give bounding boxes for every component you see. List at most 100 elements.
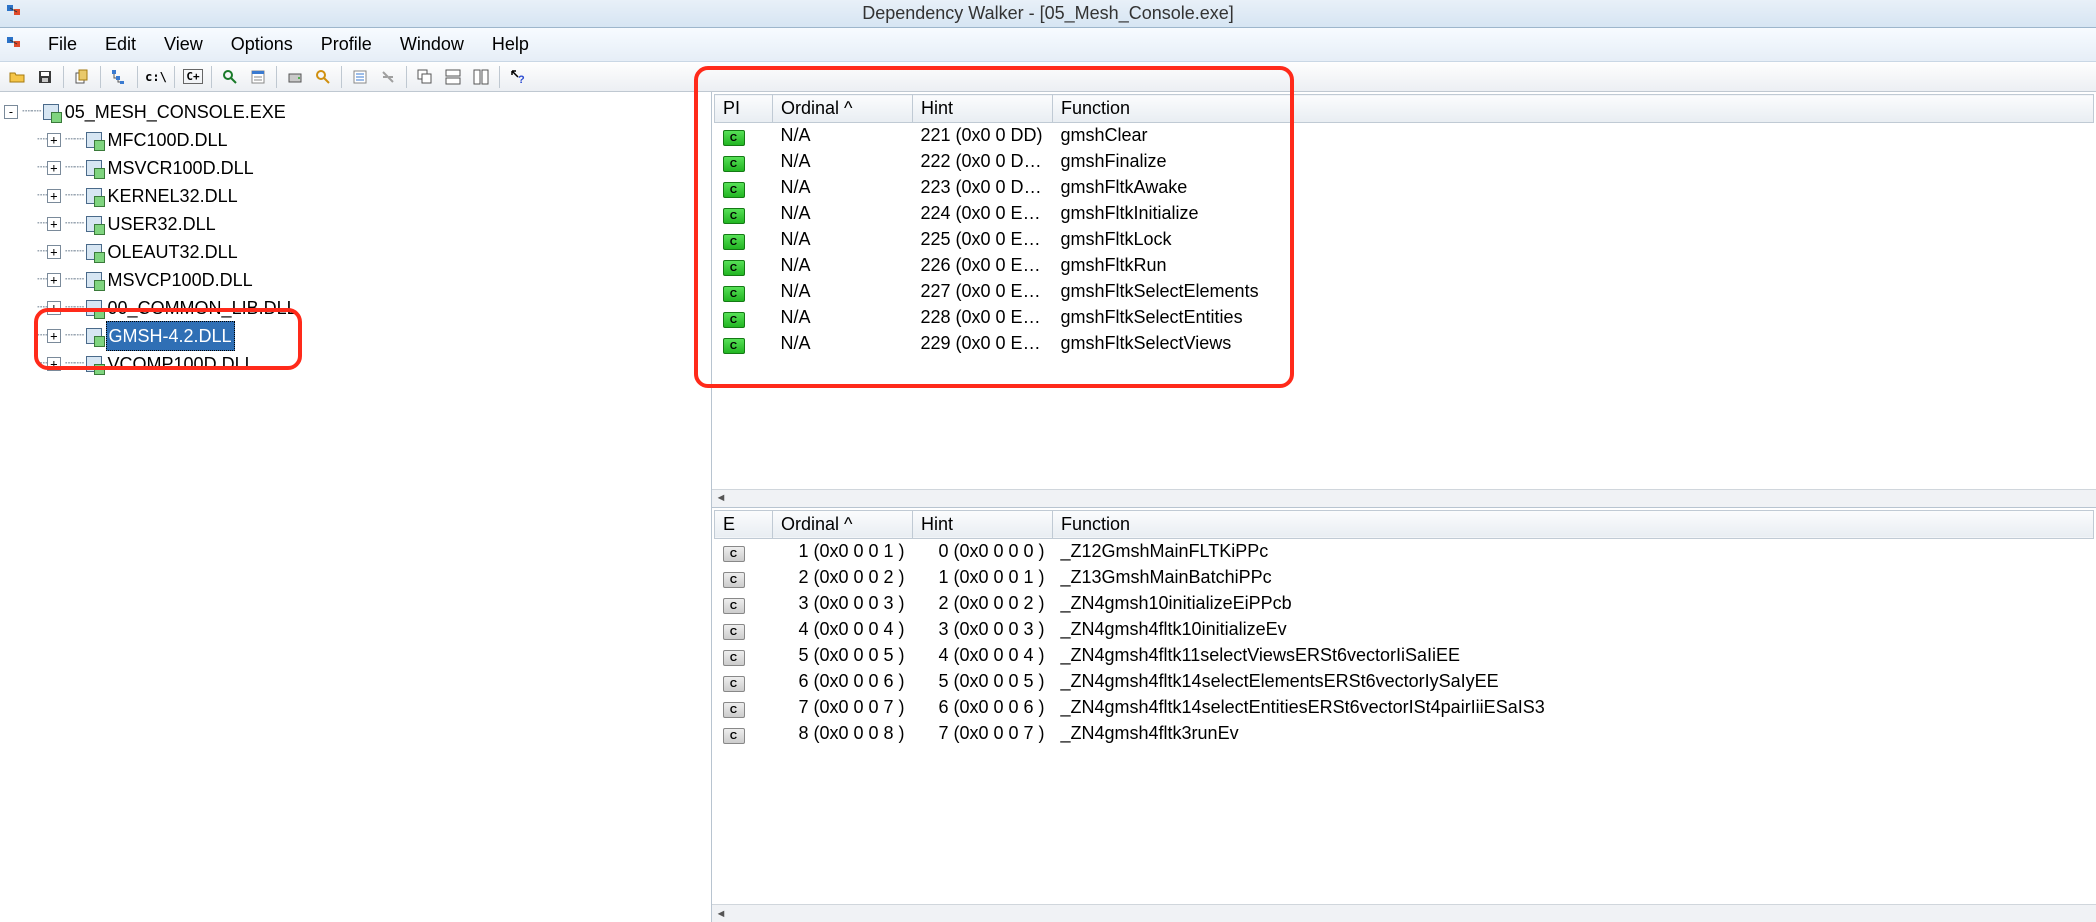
table-row[interactable]: CN/A221 (0x0 0 DD)gmshClear — [715, 123, 2094, 149]
menu-file[interactable]: File — [34, 32, 91, 57]
imports-hscroll[interactable]: ◄ — [712, 489, 2096, 507]
cell-function: gmshFltkSelectEntities — [1053, 305, 2094, 331]
exports-grid-wrap[interactable]: E Ordinal ^ Hint Function C1 (0x0 0 0 1 … — [712, 508, 2096, 905]
right-pane: PI Ordinal ^ Hint Function CN/A221 (0x0 … — [712, 92, 2096, 922]
cell-e: C — [715, 564, 773, 590]
col-header-function[interactable]: Function — [1053, 510, 2094, 538]
table-row[interactable]: CN/A226 (0x0 0 E 2 )gmshFltkRun — [715, 253, 2094, 279]
tree-child-row[interactable]: ┈+┈┈VCOMP100D.DLL — [36, 350, 707, 378]
tree-node-label[interactable]: VCOMP100D.DLL — [106, 350, 257, 378]
tree-expander[interactable]: + — [47, 273, 61, 287]
col-header-function[interactable]: Function — [1053, 95, 2094, 123]
table-row[interactable]: CN/A223 (0x0 0 DF )gmshFltkAwake — [715, 175, 2094, 201]
table-row[interactable]: C3 (0x0 0 0 3 )2 (0x0 0 0 2 )_ZN4gmsh10i… — [715, 590, 2094, 616]
find-icon[interactable] — [217, 65, 243, 89]
tree-node-label[interactable]: MSVCR100D.DLL — [106, 154, 256, 182]
tree-expander[interactable]: + — [47, 301, 61, 315]
scroll-left-icon[interactable]: ◄ — [712, 490, 730, 506]
table-row[interactable]: CN/A229 (0x0 0 E 5 )gmshFltkSelectViews — [715, 331, 2094, 357]
tree-node-label[interactable]: 05_MESH_CONSOLE.EXE — [63, 98, 288, 126]
cell-hint: 226 (0x0 0 E 2 ) — [913, 253, 1053, 279]
copy-icon[interactable] — [69, 65, 95, 89]
tree-connector: ┈┈ — [65, 294, 83, 322]
menu-view[interactable]: View — [150, 32, 217, 57]
col-header-ordinal[interactable]: Ordinal ^ — [773, 95, 913, 123]
save-icon[interactable] — [32, 65, 58, 89]
tree-node-label[interactable]: MSVCP100D.DLL — [106, 266, 255, 294]
module-tree[interactable]: - ┈┈ 05_MESH_CONSOLE.EXE ┈+┈┈MFC100D.DLL… — [4, 98, 707, 378]
scroll-left-icon[interactable]: ◄ — [712, 906, 730, 922]
tree-child-row[interactable]: ┈+┈┈00_COMMON_LIB.DLL — [36, 294, 707, 322]
tree-child-row[interactable]: ┈+┈┈OLEAUT32.DLL — [36, 238, 707, 266]
cell-function: _Z12GmshMainFLTKiPPc — [1053, 538, 2094, 564]
tree-node-label[interactable]: OLEAUT32.DLL — [106, 238, 240, 266]
table-row[interactable]: C7 (0x0 0 0 7 )6 (0x0 0 0 6 )_ZN4gmsh4fl… — [715, 694, 2094, 720]
toolbar-sep — [63, 66, 64, 88]
magnify-icon[interactable] — [310, 65, 336, 89]
tree-expander[interactable]: + — [47, 161, 61, 175]
tree-child-row[interactable]: ┈+┈┈MSVCR100D.DLL — [36, 154, 707, 182]
disk-icon[interactable] — [282, 65, 308, 89]
tree-node-label[interactable]: USER32.DLL — [106, 210, 218, 238]
imports-grid-wrap[interactable]: PI Ordinal ^ Hint Function CN/A221 (0x0 … — [712, 92, 2096, 489]
menu-options[interactable]: Options — [217, 32, 307, 57]
tree-expander[interactable]: + — [47, 189, 61, 203]
table-row[interactable]: C1 (0x0 0 0 1 )0 (0x0 0 0 0 )_Z12GmshMai… — [715, 538, 2094, 564]
tree-connector: ┈┈ — [65, 322, 83, 350]
table-row[interactable]: CN/A228 (0x0 0 E 4 )gmshFltkSelectEntiti… — [715, 305, 2094, 331]
break-icon[interactable] — [375, 65, 401, 89]
table-row[interactable]: C5 (0x0 0 0 5 )4 (0x0 0 0 4 )_ZN4gmsh4fl… — [715, 642, 2094, 668]
window-splitv-icon[interactable] — [468, 65, 494, 89]
tree-child-row[interactable]: ┈+┈┈MFC100D.DLL — [36, 126, 707, 154]
col-header-hint[interactable]: Hint — [913, 95, 1053, 123]
col-header-hint[interactable]: Hint — [913, 510, 1053, 538]
tree-node-label[interactable]: KERNEL32.DLL — [106, 182, 240, 210]
open-icon[interactable] — [4, 65, 30, 89]
tree-expander[interactable]: + — [47, 329, 61, 343]
tree-child-row[interactable]: ┈+┈┈USER32.DLL — [36, 210, 707, 238]
col-header-e[interactable]: E — [715, 510, 773, 538]
c-badge-icon: C — [723, 624, 745, 640]
table-row[interactable]: CN/A224 (0x0 0 E 0 )gmshFltkInitialize — [715, 201, 2094, 227]
cplus-icon[interactable]: C+ — [180, 65, 206, 89]
cell-ordinal: 7 (0x0 0 0 7 ) — [773, 694, 913, 720]
cell-hint: 222 (0x0 0 DE ) — [913, 149, 1053, 175]
menu-help[interactable]: Help — [478, 32, 543, 57]
tree-node-label[interactable]: GMSH-4.2.DLL — [106, 321, 235, 351]
col-header-pi[interactable]: PI — [715, 95, 773, 123]
exports-hscroll[interactable]: ◄ — [712, 904, 2096, 922]
tree-child-row[interactable]: ┈+┈┈GMSH-4.2.DLL — [36, 322, 707, 350]
col-header-ordinal[interactable]: Ordinal ^ — [773, 510, 913, 538]
window-tile-icon[interactable] — [440, 65, 466, 89]
cell-e: C — [715, 616, 773, 642]
tree-expander[interactable]: + — [47, 357, 61, 371]
tree-root-row[interactable]: - ┈┈ 05_MESH_CONSOLE.EXE — [4, 98, 707, 126]
cell-ordinal: N/A — [773, 305, 913, 331]
table-row[interactable]: C6 (0x0 0 0 6 )5 (0x0 0 0 5 )_ZN4gmsh4fl… — [715, 668, 2094, 694]
tree-expander[interactable]: + — [47, 217, 61, 231]
properties-icon[interactable] — [245, 65, 271, 89]
tree-expander[interactable]: - — [4, 105, 18, 119]
tree-expander[interactable]: + — [47, 245, 61, 259]
window-cascade-icon[interactable] — [412, 65, 438, 89]
table-row[interactable]: CN/A225 (0x0 0 E 1 )gmshFltkLock — [715, 227, 2094, 253]
tree-icon[interactable] — [106, 65, 132, 89]
tree-expander[interactable]: + — [47, 133, 61, 147]
table-row[interactable]: C4 (0x0 0 0 4 )3 (0x0 0 0 3 )_ZN4gmsh4fl… — [715, 616, 2094, 642]
list-icon[interactable] — [347, 65, 373, 89]
cpath-icon[interactable]: c:\ — [143, 65, 169, 89]
tree-node-label[interactable]: MFC100D.DLL — [106, 126, 230, 154]
table-row[interactable]: C8 (0x0 0 0 8 )7 (0x0 0 0 7 )_ZN4gmsh4fl… — [715, 720, 2094, 746]
tree-child-row[interactable]: ┈+┈┈KERNEL32.DLL — [36, 182, 707, 210]
menu-window[interactable]: Window — [386, 32, 478, 57]
cell-pi: C — [715, 331, 773, 357]
tree-child-row[interactable]: ┈+┈┈MSVCP100D.DLL — [36, 266, 707, 294]
help-icon[interactable]: ? — [505, 65, 531, 89]
table-row[interactable]: C2 (0x0 0 0 2 )1 (0x0 0 0 1 )_Z13GmshMai… — [715, 564, 2094, 590]
tree-node-label[interactable]: 00_COMMON_LIB.DLL — [106, 294, 299, 322]
table-row[interactable]: CN/A222 (0x0 0 DE )gmshFinalize — [715, 149, 2094, 175]
module-icon — [86, 216, 102, 232]
menu-edit[interactable]: Edit — [91, 32, 150, 57]
table-row[interactable]: CN/A227 (0x0 0 E 3 )gmshFltkSelectElemen… — [715, 279, 2094, 305]
menu-profile[interactable]: Profile — [307, 32, 386, 57]
